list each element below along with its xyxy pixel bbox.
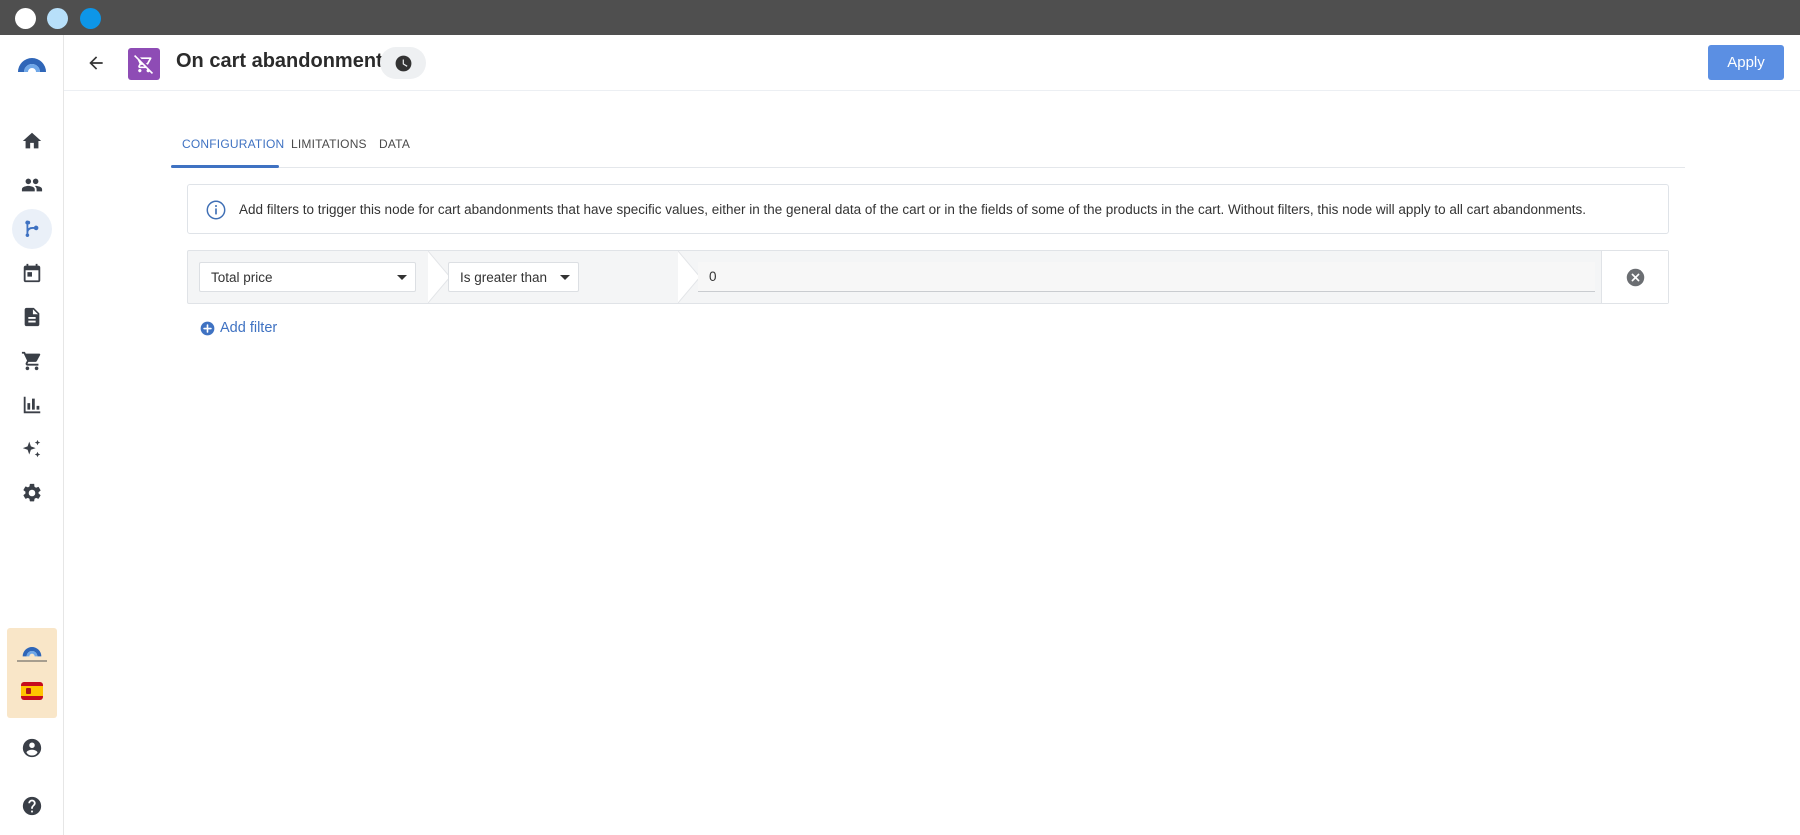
chevron-down-icon — [560, 275, 570, 280]
remove-filter-button[interactable] — [1601, 251, 1668, 303]
home-icon — [22, 132, 42, 149]
window-titlebar — [0, 0, 1800, 35]
history-button[interactable] — [380, 47, 426, 79]
spain-flag-icon[interactable] — [21, 682, 43, 700]
sidebar-item-calendar[interactable] — [12, 253, 52, 293]
help-icon — [22, 796, 42, 816]
gear-icon — [23, 483, 41, 502]
tab-bar: CONFIGURATION LIMITATIONS DATA — [171, 130, 1685, 168]
page-title: On cart abandonment — [176, 50, 383, 72]
sidebar-item-account[interactable] — [12, 728, 52, 768]
sidebar-item-ai[interactable] — [12, 429, 52, 469]
filter-value-input[interactable] — [698, 262, 1595, 292]
info-banner: Add filters to trigger this node for car… — [187, 184, 1669, 234]
window-maximize-button[interactable] — [80, 8, 101, 29]
add-circle-icon — [200, 321, 215, 335]
tab-limitations[interactable]: LIMITATIONS — [291, 130, 367, 167]
page-header: On cart abandonment Apply — [64, 35, 1800, 91]
flow-branch-icon — [25, 220, 39, 238]
sidebar-item-contacts[interactable] — [12, 165, 52, 205]
account-logo-text — [17, 660, 47, 662]
active-tab-indicator — [171, 165, 279, 168]
add-filter-label: Add filter — [220, 320, 278, 336]
filter-row: Total price Is greater than — [187, 250, 1669, 304]
node-type-badge — [128, 48, 160, 80]
tab-configuration[interactable]: CONFIGURATION — [182, 130, 284, 167]
tab-data[interactable]: DATA — [379, 130, 410, 167]
sidebar-item-help[interactable] — [12, 786, 52, 826]
sidebar-item-home[interactable] — [12, 121, 52, 161]
back-button[interactable] — [82, 49, 110, 77]
arrow-left-icon — [89, 56, 103, 70]
window-close-button[interactable] — [15, 8, 36, 29]
window-minimize-button[interactable] — [47, 8, 68, 29]
info-icon — [206, 200, 226, 220]
filter-operator-value: Is greater than — [460, 270, 548, 285]
segment-divider-arrow — [678, 251, 700, 303]
sidebar-item-reports[interactable] — [12, 385, 52, 425]
sidebar-item-automations[interactable] — [12, 209, 52, 249]
info-text: Add filters to trigger this node for car… — [239, 202, 1586, 217]
sidebar-item-documents[interactable] — [12, 297, 52, 337]
document-icon — [24, 307, 40, 327]
clock-icon — [395, 55, 411, 71]
filter-field-value: Total price — [211, 270, 273, 285]
filter-field-select[interactable]: Total price — [199, 262, 416, 292]
sidebar-item-settings[interactable] — [12, 473, 52, 513]
people-icon — [21, 178, 43, 192]
sidebar — [0, 35, 64, 835]
filter-operator-select[interactable]: Is greater than — [448, 262, 579, 292]
sparkles-icon — [22, 439, 41, 458]
add-filter-button[interactable]: Add filter — [200, 320, 277, 336]
chevron-down-icon — [397, 275, 407, 280]
calendar-icon — [23, 263, 41, 283]
app-logo-icon[interactable] — [16, 55, 48, 78]
apply-button[interactable]: Apply — [1708, 45, 1784, 80]
bar-chart-icon — [23, 396, 41, 414]
segment-divider-arrow — [428, 251, 450, 303]
cart-icon — [21, 351, 41, 371]
user-circle-icon — [22, 738, 42, 758]
cart-off-icon — [134, 54, 154, 74]
sidebar-item-shop[interactable] — [12, 341, 52, 381]
account-brand-box[interactable] — [7, 628, 57, 718]
close-circle-icon — [1626, 268, 1644, 286]
